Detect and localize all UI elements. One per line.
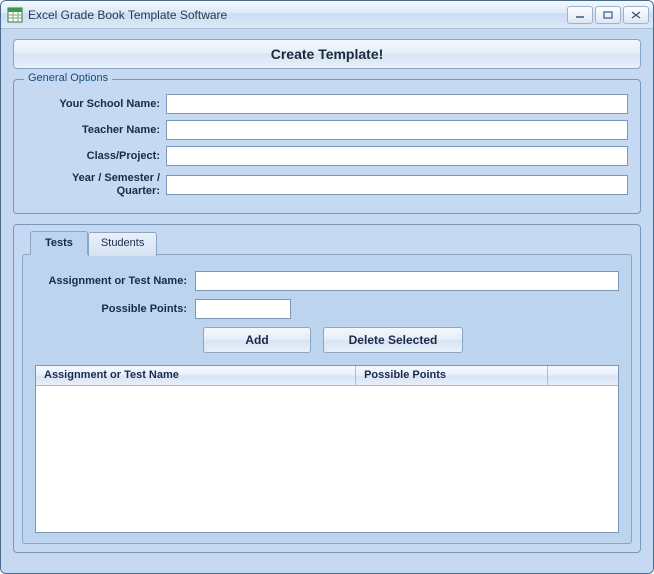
window-title: Excel Grade Book Template Software	[28, 8, 565, 22]
year-semester-input[interactable]	[166, 175, 628, 195]
general-options-fieldset: General Options Your School Name: Teache…	[13, 79, 641, 214]
close-button[interactable]	[623, 6, 649, 24]
column-assignment-name[interactable]: Assignment or Test Name	[36, 366, 356, 385]
app-icon	[7, 7, 23, 23]
app-window: Excel Grade Book Template Software Creat…	[0, 0, 654, 574]
possible-points-input[interactable]	[195, 299, 291, 319]
add-button[interactable]: Add	[203, 327, 311, 353]
maximize-button[interactable]	[595, 6, 621, 24]
create-template-button[interactable]: Create Template!	[13, 39, 641, 69]
assignments-listview[interactable]: Assignment or Test Name Possible Points	[35, 365, 619, 533]
school-name-label: Your School Name:	[26, 98, 166, 111]
column-possible-points[interactable]: Possible Points	[356, 366, 548, 385]
tab-tests[interactable]: Tests	[30, 231, 88, 255]
tab-strip: Tests Students	[14, 225, 640, 255]
column-spacer	[548, 366, 618, 385]
tabs-container: Tests Students Assignment or Test Name: …	[13, 224, 641, 553]
class-project-input[interactable]	[166, 146, 628, 166]
teacher-name-label: Teacher Name:	[26, 124, 166, 137]
delete-selected-button[interactable]: Delete Selected	[323, 327, 463, 353]
class-project-label: Class/Project:	[26, 150, 166, 163]
content-area: Create Template! General Options Your Sc…	[1, 29, 653, 573]
assignment-name-label: Assignment or Test Name:	[35, 275, 195, 287]
possible-points-label: Possible Points:	[35, 303, 195, 315]
general-options-legend: General Options	[24, 72, 112, 84]
tab-students[interactable]: Students	[88, 232, 157, 256]
listview-header: Assignment or Test Name Possible Points	[36, 366, 618, 386]
tests-tab-panel: Assignment or Test Name: Possible Points…	[22, 254, 632, 544]
titlebar: Excel Grade Book Template Software	[1, 1, 653, 29]
minimize-button[interactable]	[567, 6, 593, 24]
assignment-name-input[interactable]	[195, 271, 619, 291]
year-semester-label: Year / Semester / Quarter:	[26, 172, 166, 197]
school-name-input[interactable]	[166, 94, 628, 114]
listview-body[interactable]	[36, 386, 618, 532]
teacher-name-input[interactable]	[166, 120, 628, 140]
